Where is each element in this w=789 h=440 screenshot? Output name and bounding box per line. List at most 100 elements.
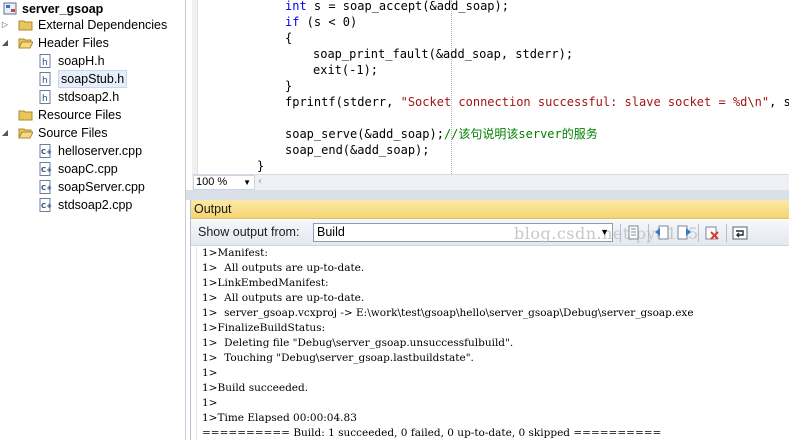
code-comment: //该句说明该server的服务 xyxy=(443,127,598,141)
cpp-file-icon: C+ xyxy=(38,162,53,176)
tree-item-label: Resource Files xyxy=(38,108,122,122)
find-message-button[interactable] xyxy=(624,223,644,243)
tree-item[interactable]: h stdsoap2.h xyxy=(0,88,186,106)
code-line: exit(-1); xyxy=(313,62,378,78)
code-line: } xyxy=(257,158,264,174)
tree-item-label: stdsoap2.h xyxy=(58,90,120,104)
code-text: { xyxy=(285,31,293,45)
tree-item[interactable]: C+ helloserver.cpp xyxy=(0,142,186,160)
output-source-value: Build xyxy=(317,225,345,239)
svg-text:h: h xyxy=(42,94,48,104)
code-line: fprintf(stderr, "Socket connection succe… xyxy=(285,94,789,110)
tree-item[interactable]: h soapH.h xyxy=(0,52,186,70)
cpp-file-icon: C+ xyxy=(38,198,53,212)
clear-all-button[interactable] xyxy=(702,223,722,243)
code-line: soap_serve(&add_soap);//该句说明该server的服务 xyxy=(285,126,598,142)
svg-text:C+: C+ xyxy=(41,166,52,174)
code-line: int s = soap_accept(&add_soap); xyxy=(285,0,509,14)
code-text: exit(-1); xyxy=(313,63,379,77)
code-text: } xyxy=(285,79,293,93)
toolbar-separator xyxy=(620,224,621,242)
output-line: 1>Manifest: xyxy=(202,247,268,259)
code-text: (s < 0) xyxy=(299,15,358,29)
next-message-icon xyxy=(677,225,691,240)
toolbar-separator xyxy=(698,224,699,242)
tree-item-label: soapServer.cpp xyxy=(58,180,145,194)
word-wrap-icon xyxy=(732,226,748,240)
next-message-button[interactable] xyxy=(674,223,694,243)
tree-item[interactable]: h soapStub.h xyxy=(0,70,186,88)
output-line: 1> All outputs are up-to-date. xyxy=(202,262,365,274)
code-text: } xyxy=(257,159,265,173)
code-text: , s); xyxy=(769,95,789,109)
output-line: 1> xyxy=(202,367,218,379)
panel-splitter[interactable] xyxy=(186,190,789,200)
code-line: if (s < 0) xyxy=(285,14,357,30)
output-line: 1>Time Elapsed 00:00:04.83 xyxy=(202,412,357,424)
chevron-down-icon: ▼ xyxy=(243,178,251,187)
header-file-icon: h xyxy=(38,90,53,104)
output-line: 1>LinkEmbedManifest: xyxy=(202,277,329,289)
output-line: 1> Deleting file "Debug\server_gsoap.uns… xyxy=(202,337,514,349)
outline-guide xyxy=(451,0,452,174)
code-line: { xyxy=(285,30,292,46)
cpp-file-icon: C+ xyxy=(38,144,53,158)
zoom-dropdown[interactable]: 100 % ▼ xyxy=(193,175,255,190)
tree-item-label: helloserver.cpp xyxy=(58,144,143,158)
expand-icon[interactable]: ▷ xyxy=(0,16,10,34)
code-text: s = soap_accept(&add_soap); xyxy=(306,0,509,13)
header-file-icon: h xyxy=(38,72,53,86)
collapse-icon[interactable]: ◢ xyxy=(0,34,10,52)
chevron-down-icon: ▼ xyxy=(600,227,609,237)
tree-item[interactable]: C+ soapC.cpp xyxy=(0,160,186,178)
tree-item[interactable]: C+ stdsoap2.cpp xyxy=(0,196,186,214)
folder-icon xyxy=(18,108,33,122)
zoom-value: 100 % xyxy=(196,176,228,188)
code-line: soap_end(&add_soap); xyxy=(285,142,430,158)
tree-item-label: stdsoap2.cpp xyxy=(58,198,133,212)
code-text: soap_serve(&add_soap); xyxy=(285,127,444,141)
output-line: 1> server_gsoap.vcxproj -> E:\work\test\… xyxy=(202,307,694,319)
cpp-file-icon: C+ xyxy=(38,180,53,194)
tree-item-label: External Dependencies xyxy=(38,18,168,32)
tree-item[interactable]: C+ soapServer.cpp xyxy=(0,178,186,196)
tree-item[interactable]: ◢ Header Files xyxy=(0,34,186,52)
output-line: 1> Touching "Debug\server_gsoap.lastbuil… xyxy=(202,352,474,364)
output-text-area[interactable]: 1>Manifest: 1> All outputs are up-to-date… xyxy=(191,247,789,440)
code-text: soap_end(&add_soap); xyxy=(285,143,430,157)
output-line: 1> xyxy=(202,397,218,409)
tree-item[interactable]: ▷ External Dependencies xyxy=(0,16,186,34)
folder-open-icon xyxy=(18,36,34,50)
toolbar-separator xyxy=(726,224,727,242)
toggle-word-wrap-button[interactable] xyxy=(730,223,750,243)
code-string: "Socket connection successful: slave soc… xyxy=(400,95,770,109)
tree-item-label: soapC.cpp xyxy=(58,162,118,176)
folder-open-icon xyxy=(18,126,34,140)
collapse-icon[interactable]: ◢ xyxy=(0,124,10,142)
project-icon xyxy=(3,2,18,16)
output-toolbar: Show output from: Build blog.csdn.net/py… xyxy=(191,220,789,246)
output-title: Output xyxy=(191,200,789,219)
clear-all-icon xyxy=(705,226,719,240)
output-line: 1>Build succeeded. xyxy=(202,382,309,394)
output-line: 1>FinalizeBuildStatus: xyxy=(202,322,326,334)
editor-margin xyxy=(192,0,198,174)
show-output-from-label: Show output from: xyxy=(198,225,300,239)
code-keyword: int xyxy=(285,0,307,13)
tree-item-label: soapStub.h xyxy=(58,70,128,88)
previous-message-button[interactable] xyxy=(652,223,672,243)
output-panel: Output Show output from: Build blog.csdn… xyxy=(190,200,789,440)
output-source-select[interactable]: Build blog.csdn.net/py8105 ▼ xyxy=(313,223,698,242)
tree-item[interactable]: ◢ Source Files xyxy=(0,124,186,142)
code-line: soap_print_fault(&add_soap, stderr); xyxy=(313,46,573,62)
code-text: soap_print_fault(&add_soap, stderr); xyxy=(313,47,574,61)
svg-text:C+: C+ xyxy=(41,184,52,192)
svg-text:C+: C+ xyxy=(41,202,52,210)
scroll-left-icon[interactable]: ‹ xyxy=(258,176,262,187)
output-line: ========== Build: 1 succeeded, 0 failed,… xyxy=(202,427,662,439)
code-editor[interactable]: int s = soap_accept(&add_soap); if (s < 0… xyxy=(192,0,789,174)
solution-explorer: server_gsoap ▷ External Dependencies ◢ Head… xyxy=(0,0,186,440)
code-line: } xyxy=(285,78,292,94)
tree-item-label: Source Files xyxy=(38,126,108,140)
tree-item[interactable]: Resource Files xyxy=(0,106,186,124)
